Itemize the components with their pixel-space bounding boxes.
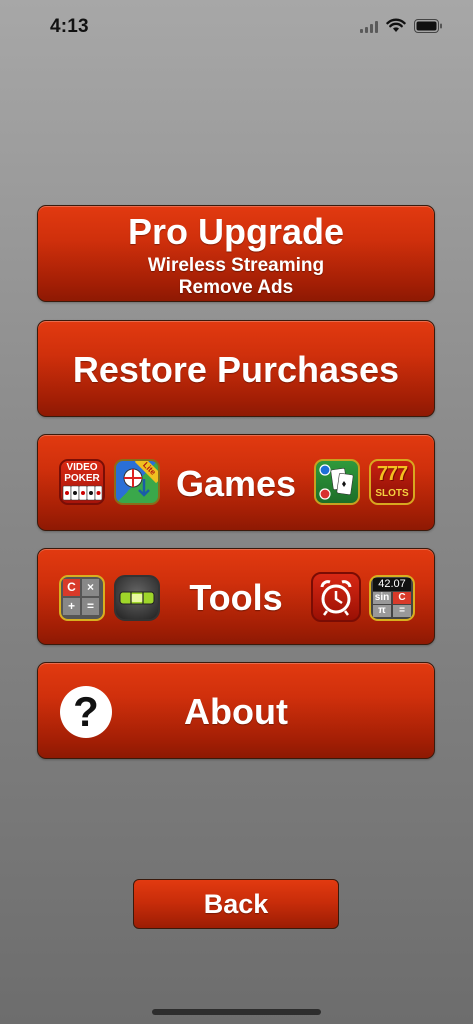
home-indicator	[152, 1009, 321, 1015]
pro-upgrade-line2: Remove Ads	[178, 277, 294, 298]
pro-upgrade-button[interactable]: Pro Upgrade Wireless Streaming Remove Ad…	[37, 205, 435, 302]
status-icons	[360, 18, 443, 33]
slots-label: SLOTS	[375, 488, 409, 499]
sci-key-sin: sin	[373, 592, 391, 604]
about-button[interactable]: ? About	[37, 662, 435, 759]
slots-digits: 777	[376, 463, 408, 485]
alarm-clock-icon	[311, 572, 361, 622]
restore-purchases-button[interactable]: Restore Purchases	[37, 320, 435, 417]
pro-upgrade-title: Pro Upgrade	[127, 211, 345, 252]
sci-key-equals: =	[393, 605, 411, 617]
wifi-icon	[386, 18, 406, 32]
about-title: About	[184, 691, 288, 732]
battery-icon	[414, 18, 442, 33]
slots-icon: 777 SLOTS	[369, 459, 415, 505]
scientific-calculator-icon: 42.07 sin C π =	[369, 575, 415, 621]
back-button[interactable]: Back	[133, 879, 339, 929]
restore-purchases-title: Restore Purchases	[72, 349, 400, 390]
cellular-signal-icon	[360, 19, 378, 33]
alarm-clock-graphic	[320, 580, 352, 616]
pro-upgrade-line1: Wireless Streaming	[147, 255, 325, 276]
games-button[interactable]: VIDEO POKER Lite Games 777 SLOTS	[37, 434, 435, 531]
sci-key-pi: π	[373, 605, 391, 617]
sci-calc-display: 42.07	[373, 578, 411, 591]
solitaire-graphic	[319, 464, 354, 500]
tools-button[interactable]: C × + = Tools 42.07 sin C π =	[37, 548, 435, 645]
status-time: 4:13	[50, 16, 89, 37]
solitaire-icon	[314, 459, 360, 505]
status-bar: 4:13	[0, 0, 473, 54]
sci-key-c: C	[393, 592, 411, 604]
